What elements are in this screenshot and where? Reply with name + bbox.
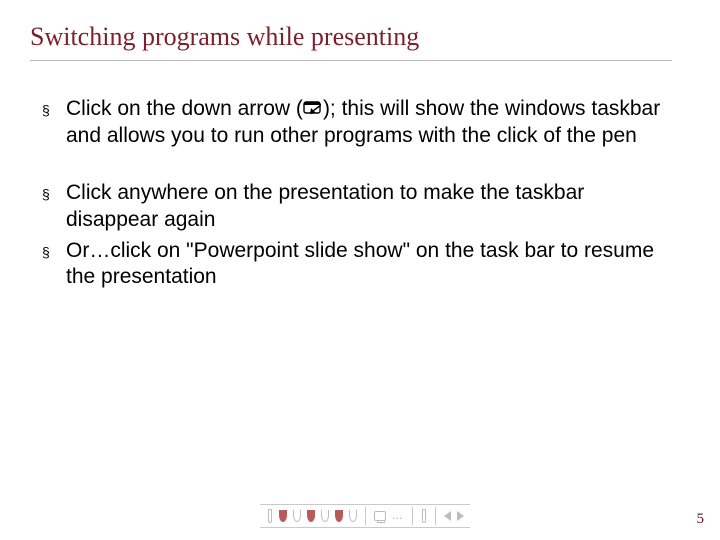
- bullet-item: § Or…click on "Powerpoint slide show" on…: [42, 238, 662, 292]
- ink-drop-icon[interactable]: [335, 508, 343, 524]
- ink-drop-icon[interactable]: [279, 508, 287, 524]
- toolbar-divider: [412, 507, 413, 525]
- screen-arrow-icon: [303, 101, 323, 117]
- bullet-item: § Click anywhere on the presentation to …: [42, 180, 662, 234]
- bullet-text-pre: Click on the down arrow (: [66, 97, 303, 120]
- toolbar-divider: [365, 507, 366, 525]
- ink-drop-icon[interactable]: [293, 508, 301, 524]
- pin-icon[interactable]: [266, 508, 273, 524]
- bullet-text: Or…click on "Powerpoint slide show" on t…: [66, 238, 662, 292]
- bullet-marker: §: [42, 238, 66, 292]
- bullet-group: § Click on the down arrow (); this will …: [42, 96, 662, 150]
- ink-drop-icon[interactable]: [321, 508, 329, 524]
- ink-drop-icon[interactable]: [307, 508, 315, 524]
- bullet-group: § Click anywhere on the presentation to …: [42, 180, 662, 292]
- bullet-text: Click anywhere on the presentation to ma…: [66, 180, 662, 234]
- title-underline: [30, 60, 672, 61]
- slide-title: Switching programs while presenting: [30, 22, 419, 52]
- bullet-item: § Click on the down arrow (); this will …: [42, 96, 662, 150]
- slide: Switching programs while presenting § Cl…: [0, 0, 720, 540]
- prev-arrow-icon[interactable]: [444, 508, 451, 524]
- toolbar-divider: [435, 507, 436, 525]
- next-arrow-icon[interactable]: [457, 508, 464, 524]
- more-icon[interactable]: …: [392, 508, 404, 524]
- pin-icon[interactable]: [420, 508, 427, 524]
- page-number: 5: [697, 511, 705, 528]
- bullet-marker: §: [42, 180, 66, 234]
- bullet-marker: §: [42, 96, 66, 150]
- ink-toolbar: …: [260, 504, 470, 528]
- ink-drop-icon[interactable]: [349, 508, 357, 524]
- bullet-text: Click on the down arrow (); this will sh…: [66, 96, 662, 150]
- slide-body: § Click on the down arrow (); this will …: [42, 96, 662, 321]
- screen-icon[interactable]: [374, 508, 386, 524]
